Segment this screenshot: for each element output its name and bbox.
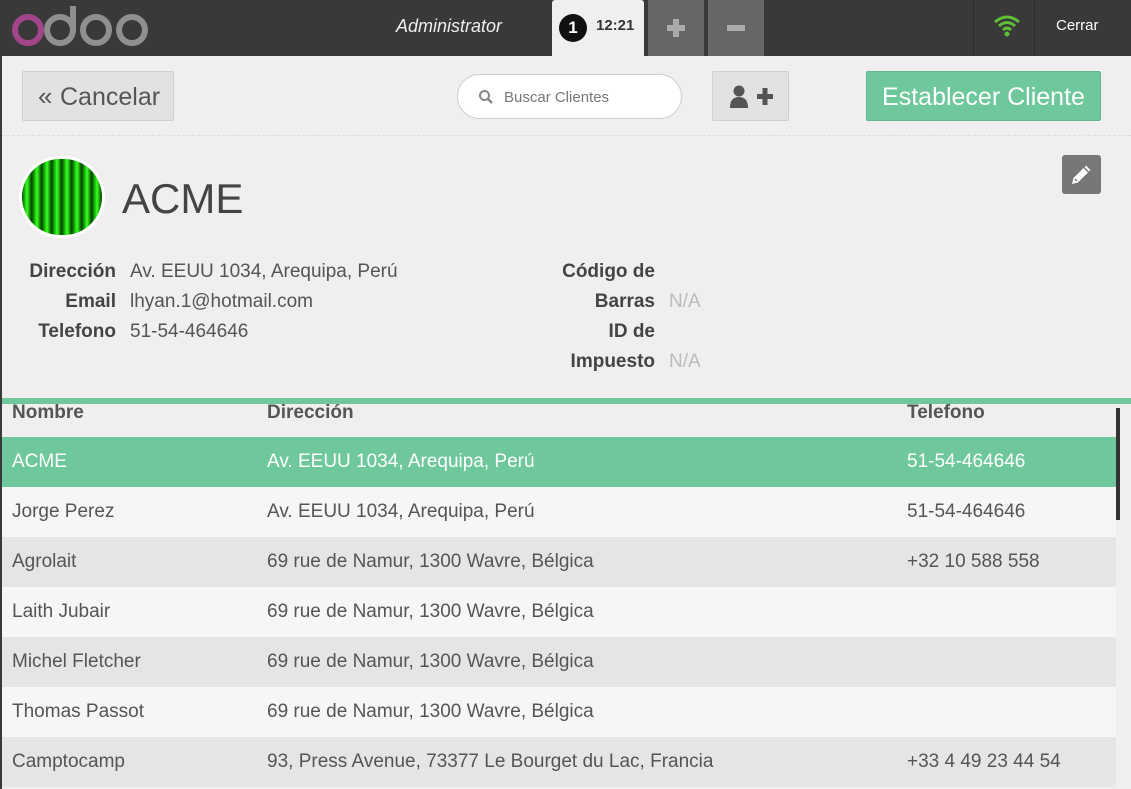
cashier-name[interactable]: Administrator — [396, 16, 502, 37]
cancel-button[interactable]: « Cancelar — [22, 71, 174, 121]
cell-phone: +32 10 588 558 — [907, 551, 1040, 572]
email-value: lhyan.1@hotmail.com — [130, 291, 313, 312]
address-label: Dirección — [29, 261, 116, 282]
plus-icon — [667, 19, 685, 37]
odoo-logo — [12, 6, 148, 46]
pos-topbar: Administrator 1 12:21 Cerrar — [0, 0, 1131, 56]
cell-name: Michel Fletcher — [12, 651, 141, 672]
cell-address: Av. EEUU 1034, Arequipa, Perú — [267, 451, 535, 472]
column-header-name: Nombre — [12, 404, 84, 423]
order-tab[interactable]: 1 12:21 — [552, 0, 644, 56]
cell-address: 69 rue de Namur, 1300 Wavre, Bélgica — [267, 701, 594, 722]
search-input[interactable] — [504, 85, 674, 109]
cell-phone: +33 4 49 23 44 54 — [907, 751, 1061, 772]
phone-label: Telefono — [38, 321, 116, 342]
divider — [973, 0, 974, 56]
cell-name: Laith Jubair — [12, 601, 111, 622]
cell-address: Av. EEUU 1034, Arequipa, Perú — [267, 501, 535, 522]
set-customer-button[interactable]: Establecer Cliente — [866, 71, 1101, 121]
close-button[interactable]: Cerrar — [1056, 17, 1099, 34]
table-header: Nombre Dirección Telefono — [2, 404, 1116, 437]
tax-id-label-line1: ID de — [608, 321, 655, 342]
barcode-label-line2: Barras — [594, 291, 655, 312]
table-row[interactable]: Michel Fletcher 69 rue de Namur, 1300 Wa… — [2, 637, 1116, 687]
order-number-badge: 1 — [559, 14, 587, 42]
remove-order-button[interactable] — [708, 0, 764, 56]
cell-address: 69 rue de Namur, 1300 Wavre, Bélgica — [267, 651, 594, 672]
scrollbar-thumb[interactable] — [1116, 408, 1120, 520]
search-icon — [479, 90, 493, 104]
cell-address: 69 rue de Namur, 1300 Wavre, Bélgica — [267, 551, 594, 572]
edit-client-button[interactable] — [1062, 155, 1101, 194]
cell-address: 93, Press Avenue, 73377 Le Bourget du La… — [267, 751, 714, 772]
client-avatar — [22, 159, 102, 235]
email-label: Email — [65, 291, 116, 312]
tax-id-value: N/A — [669, 351, 701, 372]
table-row[interactable]: Thomas Passot 69 rue de Namur, 1300 Wavr… — [2, 687, 1116, 737]
table-scrollbar[interactable] — [1116, 404, 1131, 789]
table-row[interactable]: Agrolait 69 rue de Namur, 1300 Wavre, Bé… — [2, 537, 1116, 587]
barcode-value: N/A — [669, 291, 701, 312]
barcode-label-line1: Código de — [562, 261, 655, 282]
phone-value: 51-54-464646 — [130, 321, 249, 342]
client-details: ACME Dirección Av. EEUU 1034, Arequipa, … — [2, 137, 1131, 399]
order-time: 12:21 — [596, 17, 635, 34]
add-user-icon — [730, 85, 773, 108]
client-name: ACME — [122, 175, 244, 222]
cell-name: Camptocamp — [12, 751, 125, 772]
table-row[interactable]: ACME Av. EEUU 1034, Arequipa, Perú 51-54… — [2, 437, 1116, 487]
pencil-icon — [1072, 165, 1091, 184]
cell-name: Agrolait — [12, 551, 77, 572]
cell-phone: 51-54-464646 — [907, 501, 1026, 522]
cell-name: Jorge Perez — [12, 501, 115, 522]
address-value: Av. EEUU 1034, Arequipa, Perú — [130, 261, 398, 282]
table-row[interactable]: Jorge Perez Av. EEUU 1034, Arequipa, Per… — [2, 487, 1116, 537]
wifi-icon[interactable] — [993, 14, 1021, 38]
add-order-button[interactable] — [648, 0, 704, 56]
client-list-actions: « Cancelar Establecer Cliente — [2, 56, 1131, 136]
tax-id-label-line2: Impuesto — [570, 351, 655, 372]
column-header-address: Dirección — [267, 404, 354, 423]
new-customer-button[interactable] — [712, 71, 789, 121]
minus-icon — [727, 25, 745, 31]
cell-name: Thomas Passot — [12, 701, 144, 722]
cell-phone: 51-54-464646 — [907, 451, 1026, 472]
table-row[interactable]: Laith Jubair 69 rue de Namur, 1300 Wavre… — [2, 587, 1116, 637]
cancel-label: Cancelar — [60, 83, 161, 111]
column-header-phone: Telefono — [907, 404, 985, 423]
client-list-table: Nombre Dirección Telefono ACME Av. EEUU … — [2, 404, 1116, 789]
search-box[interactable] — [457, 74, 682, 119]
divider — [1034, 0, 1035, 56]
cell-name: ACME — [12, 451, 67, 472]
cell-address: 69 rue de Namur, 1300 Wavre, Bélgica — [267, 601, 594, 622]
table-row[interactable]: Camptocamp 93, Press Avenue, 73377 Le Bo… — [2, 737, 1116, 787]
double-chevron-left-icon: « — [38, 81, 53, 111]
